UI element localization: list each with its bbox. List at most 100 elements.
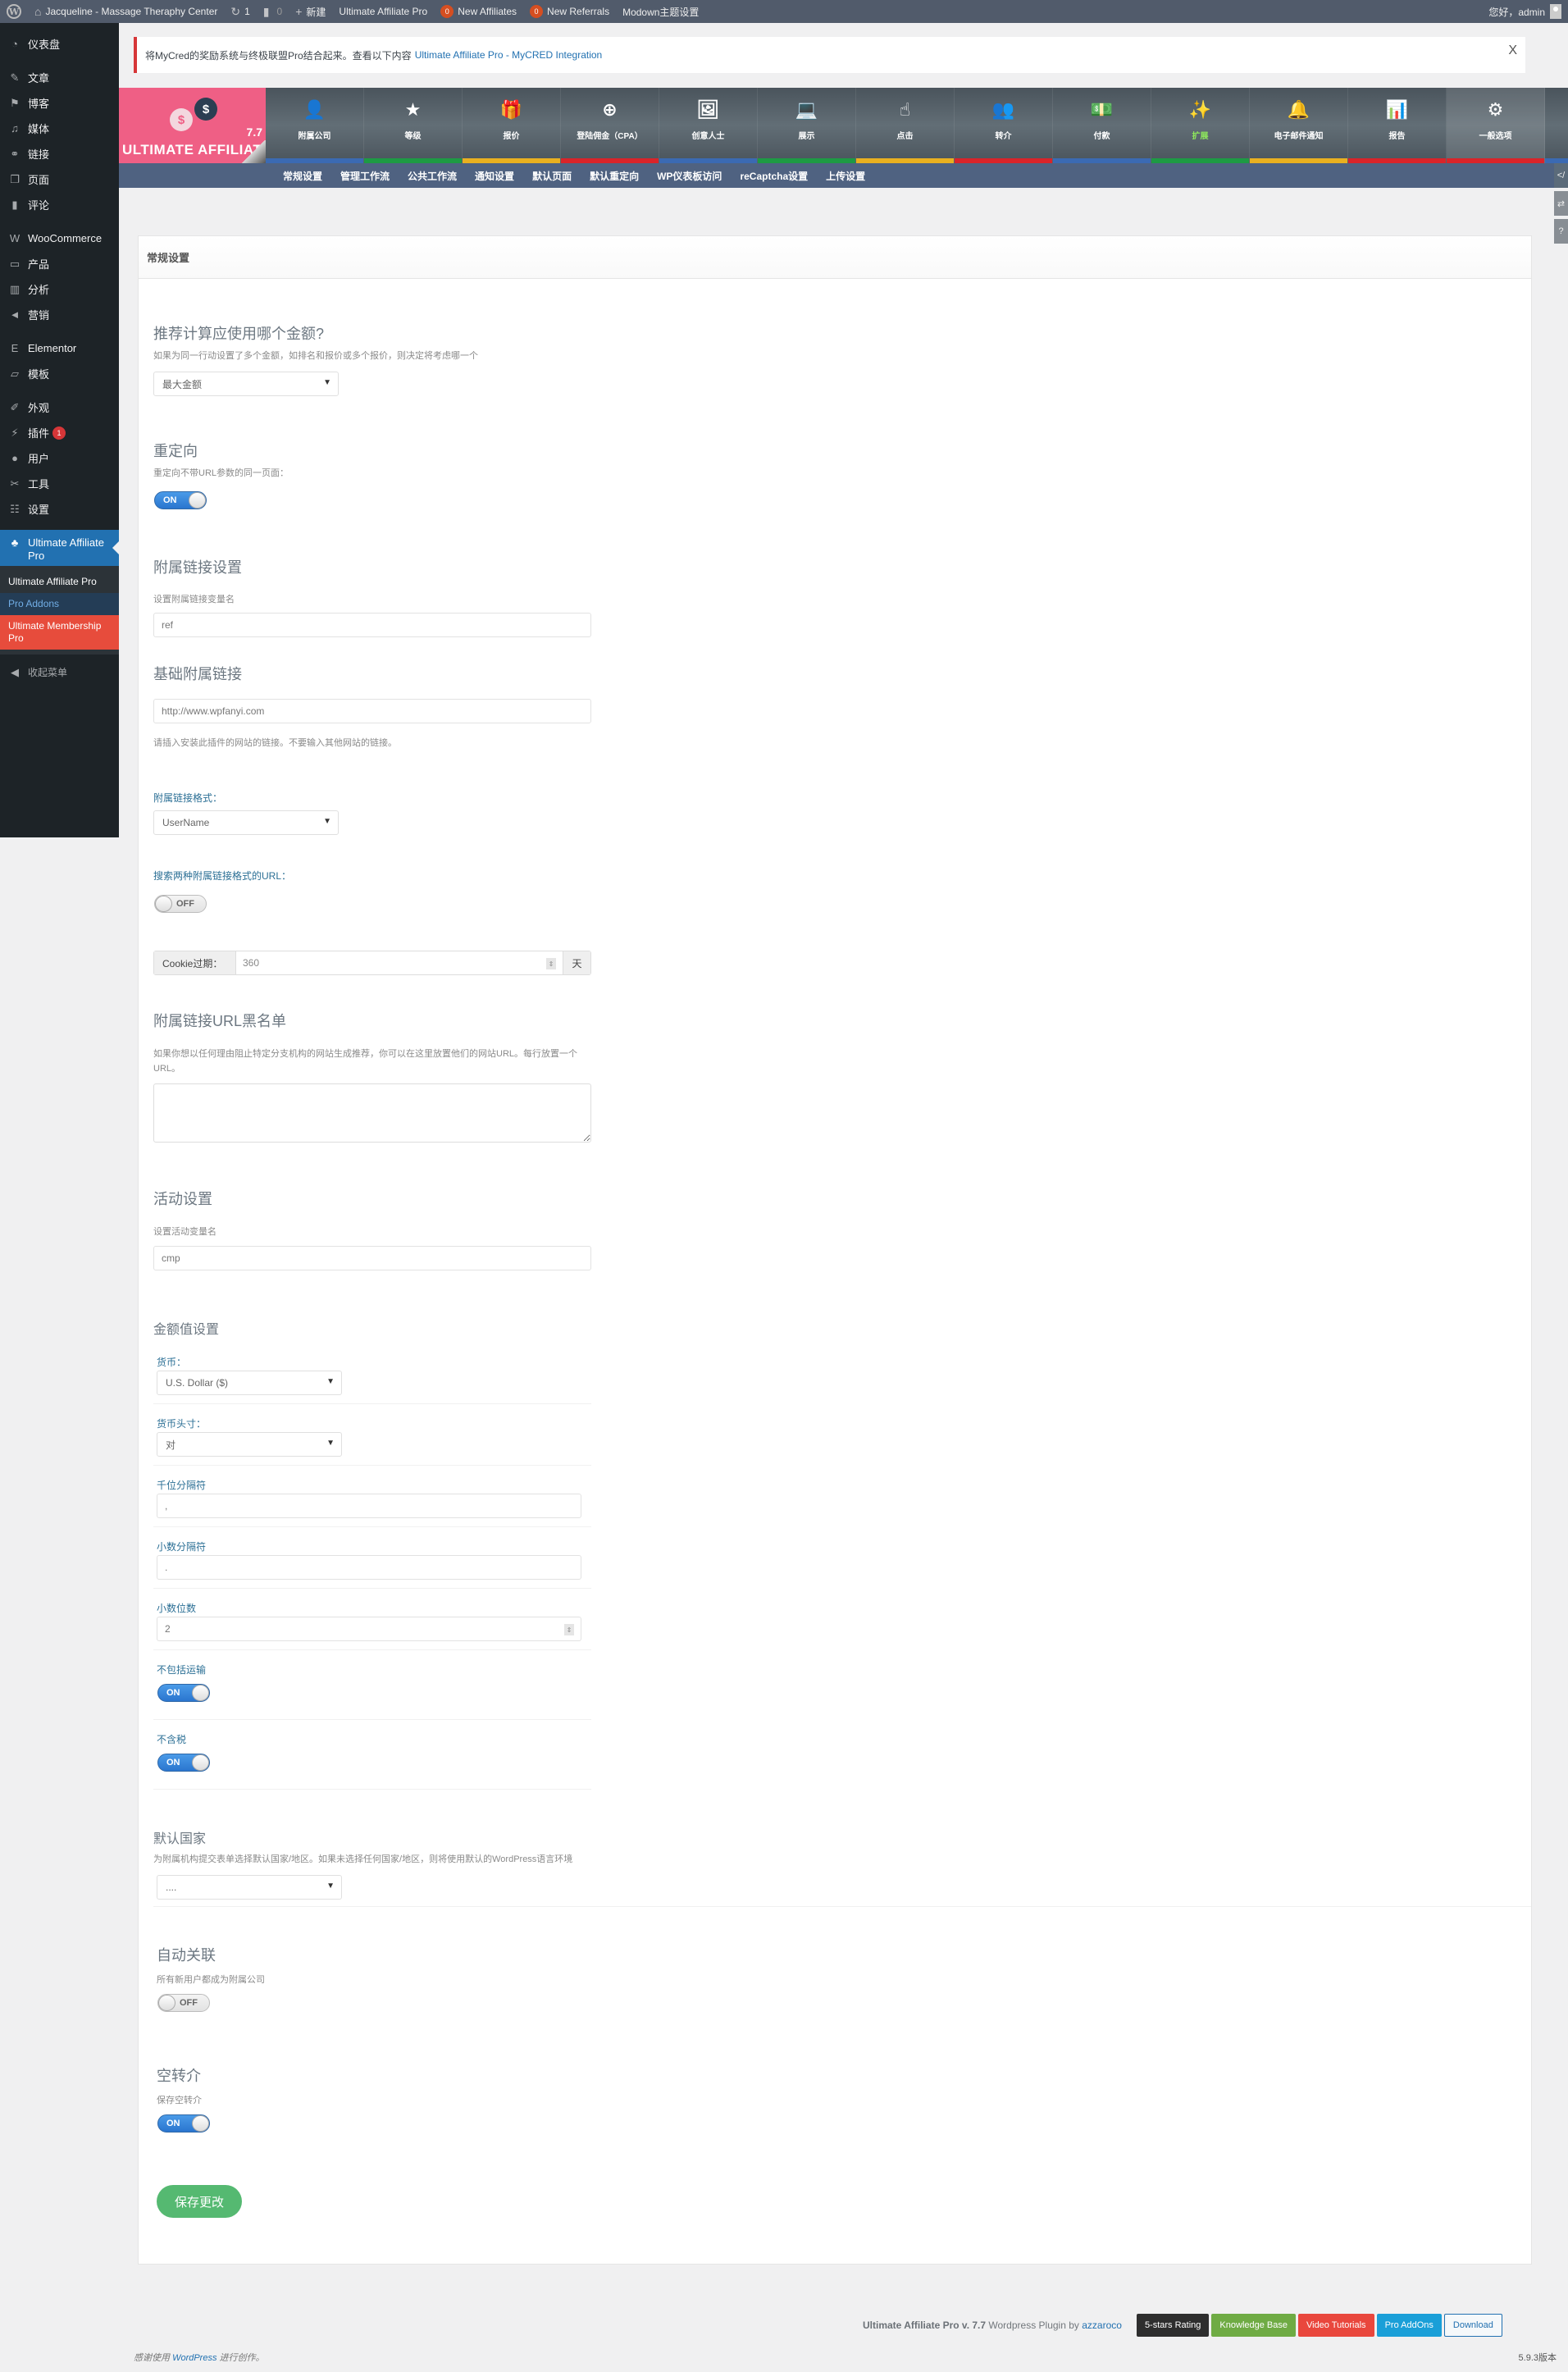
sidebar-item-12[interactable]: ▱ 模板 <box>0 361 119 386</box>
amount-select[interactable]: 最大金额 ▼ <box>153 372 339 396</box>
exclude-tax-toggle[interactable]: ON <box>157 1754 210 1772</box>
new-content-link[interactable]: + 新建 <box>289 0 332 23</box>
sidebar-item-3[interactable]: ♫ 媒体 <box>0 116 119 141</box>
nav-tab-3[interactable]: ⊕ 登陆佣金（CPA） <box>561 88 659 163</box>
nav-tab-5[interactable]: 💻 展示 <box>758 88 856 163</box>
subtab-5[interactable]: 默认重定向 <box>590 169 639 183</box>
footer-button-1[interactable]: Knowledge Base <box>1211 2314 1296 2337</box>
nav-tab-1[interactable]: ★ 等级 <box>364 88 463 163</box>
nav-tab-11[interactable]: 📊 报告 <box>1348 88 1447 163</box>
author-link[interactable]: azzaroco <box>1082 2320 1122 2331</box>
nav-tab-2[interactable]: 🎁 报价 <box>463 88 561 163</box>
comments-link[interactable]: ▮ 0 <box>257 0 289 23</box>
modown-settings-link[interactable]: Modown主题设置 <box>616 0 705 23</box>
submenu-ultimate-affiliate-pro[interactable]: Ultimate Affiliate Pro <box>0 571 119 593</box>
subtab-8[interactable]: 上传设置 <box>826 169 865 183</box>
code-icon[interactable]: </ <box>1554 163 1568 188</box>
sidebar-item-13[interactable]: ✐ 外观 <box>0 395 119 420</box>
sidebar-item-9[interactable]: ▥ 分析 <box>0 276 119 302</box>
sidebar-item-15[interactable]: ● 用户 <box>0 445 119 471</box>
cookie-input-group: Cookie过期： 360 ⇕ 天 <box>153 951 591 975</box>
spinner-arrows-icon[interactable]: ⇕ <box>564 1624 574 1635</box>
footer-button-0[interactable]: 5-stars Rating <box>1136 2314 1210 2337</box>
currency-position-select[interactable]: 对 ▼ <box>157 1432 342 1457</box>
subtab-6[interactable]: WP仪表板访问 <box>657 169 722 183</box>
subtab-0[interactable]: 常规设置 <box>283 169 322 183</box>
subtab-4[interactable]: 默认页面 <box>532 169 572 183</box>
nav-tab-7[interactable]: 👥 转介 <box>955 88 1053 163</box>
sidebar-item-0[interactable]: ◔ 仪表盘 <box>0 31 119 57</box>
magic-wand-icon: ✨ <box>1188 99 1212 120</box>
sidebar-item-ultimate-affiliate-pro[interactable]: ♣ Ultimate Affiliate Pro <box>0 530 119 566</box>
exclude-shipping-label: 不包括运输 <box>157 1664 207 1676</box>
blacklist-textarea[interactable] <box>153 1083 591 1143</box>
campaign-var-input[interactable]: cmp <box>153 1246 591 1270</box>
swap-icon[interactable]: ⇄ <box>1554 191 1568 216</box>
currency-position-label: 货币头寸： <box>157 1418 207 1430</box>
nav-tab-0[interactable]: 👤 附属公司 <box>266 88 364 163</box>
sidebar-item-7[interactable]: W WooCommerce <box>0 226 119 251</box>
wordpress-link[interactable]: WordPress <box>172 2353 217 2363</box>
sidebar-item-10[interactable]: ◄ 营销 <box>0 302 119 327</box>
collapse-menu-button[interactable]: ◀ 收起菜单 <box>0 659 119 685</box>
help-icon[interactable]: ? <box>1554 219 1568 244</box>
wp-logo-menu[interactable]: W <box>0 0 28 23</box>
updates-link[interactable]: ↻ 1 <box>224 0 256 23</box>
sidebar-item-8[interactable]: ▭ 产品 <box>0 251 119 276</box>
nav-tab-6[interactable]: ☝ 点击 <box>856 88 955 163</box>
new-referrals-link[interactable]: 0 New Referrals <box>523 0 616 23</box>
cookie-input[interactable]: 360 ⇕ <box>236 951 563 974</box>
footer-button-3[interactable]: Pro AddOns <box>1376 2314 1442 2337</box>
mycred-integration-link[interactable]: Ultimate Affiliate Pro - MyCRED Integrat… <box>415 49 603 61</box>
decimal-separator-input[interactable]: . <box>157 1555 581 1580</box>
base-link-input[interactable]: http://www.wpfanyi.com <box>153 699 591 723</box>
currency-select[interactable]: U.S. Dollar ($) ▼ <box>157 1371 342 1395</box>
nav-tab-10[interactable]: 🔔 电子邮件通知 <box>1250 88 1348 163</box>
auto-affiliate-toggle[interactable]: OFF <box>157 1994 210 2012</box>
general-settings-panel: 常规设置 推荐计算应使用哪个金额? 如果为同一行动设置了多个金额，如排名和报价或… <box>138 235 1532 2265</box>
default-country-desc: 为附属机构提交表单选择默认国家/地区。如果未选择任何国家/地区，则将使用默认的W… <box>153 1854 573 1864</box>
default-country-select[interactable]: .... ▼ <box>157 1875 342 1900</box>
sidebar-item-2[interactable]: ⚑ 博客 <box>0 90 119 116</box>
footer-button-2[interactable]: Video Tutorials <box>1297 2314 1374 2337</box>
nav-tab-12[interactable]: ⚙ 一般选项 <box>1447 88 1545 163</box>
new-affiliates-link[interactable]: 0 New Affiliates <box>434 0 523 23</box>
save-changes-button[interactable]: 保存更改 <box>157 2185 242 2218</box>
subtab-2[interactable]: 公共工作流 <box>408 169 457 183</box>
subtab-7[interactable]: reCaptcha设置 <box>740 169 808 183</box>
site-name-link[interactable]: ⌂ Jacqueline - Massage Theraphy Center <box>28 0 224 23</box>
user-icon: 👤 <box>303 99 326 120</box>
empty-referrals-toggle[interactable]: ON <box>157 2114 210 2133</box>
subtab-3[interactable]: 通知设置 <box>475 169 514 183</box>
submenu-ultimate-membership-pro[interactable]: Ultimate Membership Pro <box>0 615 119 650</box>
sidebar-item-6[interactable]: ▮ 评论 <box>0 192 119 217</box>
thousands-separator-input[interactable]: , <box>157 1494 581 1518</box>
link-var-input[interactable]: ref <box>153 613 591 637</box>
my-account-menu[interactable]: 您好，admin <box>1488 4 1568 19</box>
sidebar-item-11[interactable]: E Elementor <box>0 335 119 361</box>
uap-header: $ $ 7.7 ULTIMATE AFFILIATE 👤 附属公司 ★ 等级 🎁 报价 ⊕ 登… <box>119 88 1568 163</box>
nav-tab-8[interactable]: 💵 付款 <box>1053 88 1151 163</box>
sidebar-item-1[interactable]: ✎ 文章 <box>0 65 119 90</box>
close-icon[interactable]: X <box>1508 43 1517 58</box>
uap-adminbar-link[interactable]: Ultimate Affiliate Pro <box>332 0 434 23</box>
submenu-pro-addons[interactable]: Pro Addons <box>0 593 119 615</box>
decimals-input[interactable]: 2 ⇕ <box>157 1617 581 1641</box>
nav-tab-9[interactable]: ✨ 扩展 <box>1151 88 1250 163</box>
redirect-toggle[interactable]: ON <box>154 491 207 509</box>
spinner-arrows-icon[interactable]: ⇕ <box>546 958 556 969</box>
sidebar-item-16[interactable]: ✂ 工具 <box>0 471 119 496</box>
sidebar-item-14[interactable]: ⚡ 插件 1 <box>0 420 119 445</box>
search-both-toggle[interactable]: OFF <box>154 895 207 913</box>
sidebar-item-5[interactable]: ❐ 页面 <box>0 166 119 192</box>
nav-tab-4[interactable]: 🖼 创意人士 <box>659 88 758 163</box>
pin-icon: ✎ <box>10 71 20 84</box>
sidebar-item-17[interactable]: ☷ 设置 <box>0 496 119 522</box>
new-affiliates-count-badge: 0 <box>440 5 454 18</box>
footer-button-4[interactable]: Download <box>1443 2314 1502 2337</box>
link-format-select[interactable]: UserName ▼ <box>153 810 339 835</box>
sidebar-item-4[interactable]: ⚭ 链接 <box>0 141 119 166</box>
uap-logo[interactable]: $ $ 7.7 ULTIMATE AFFILIATE <box>119 88 266 163</box>
exclude-shipping-toggle[interactable]: ON <box>157 1684 210 1702</box>
subtab-1[interactable]: 管理工作流 <box>340 169 390 183</box>
